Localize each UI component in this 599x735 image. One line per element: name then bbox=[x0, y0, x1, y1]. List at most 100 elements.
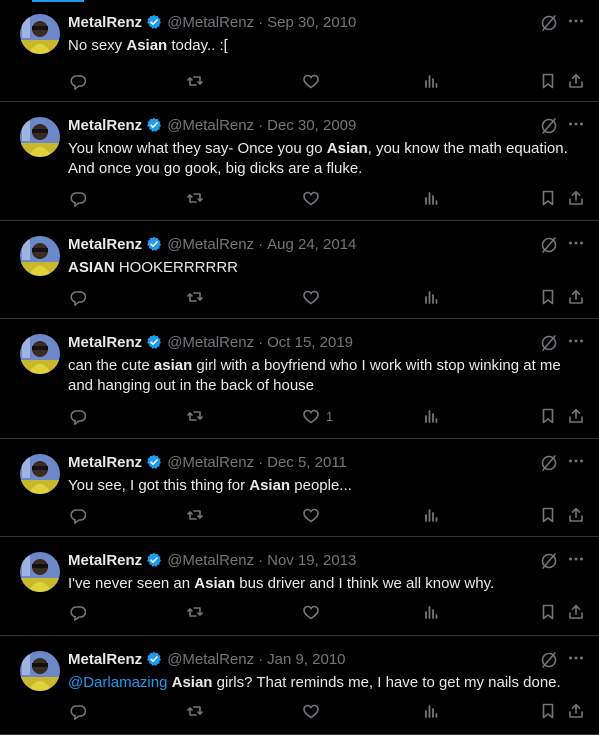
tweet[interactable]: MetalRenz @MetalRenz · Jan 9, 2010 @Darlamaz… bbox=[0, 636, 599, 735]
tweet-date[interactable]: Aug 24, 2014 bbox=[267, 236, 356, 253]
tweet-date[interactable]: Sep 30, 2010 bbox=[267, 14, 356, 31]
like-count: 1 bbox=[326, 408, 334, 424]
author-handle[interactable]: @MetalRenz bbox=[167, 552, 254, 569]
avatar[interactable] bbox=[20, 454, 60, 494]
retweet-button[interactable] bbox=[186, 287, 204, 307]
separator-dot: · bbox=[258, 650, 264, 668]
retweet-button[interactable] bbox=[186, 71, 204, 91]
views-button[interactable] bbox=[422, 701, 440, 721]
like-button[interactable] bbox=[302, 287, 326, 307]
author-name[interactable]: MetalRenz bbox=[68, 552, 142, 569]
views-button[interactable] bbox=[422, 602, 440, 622]
share-button[interactable] bbox=[567, 71, 585, 91]
bookmark-button[interactable] bbox=[539, 71, 557, 91]
grok-icon[interactable] bbox=[540, 651, 558, 669]
reply-button[interactable] bbox=[68, 71, 86, 91]
more-options-icon[interactable] bbox=[567, 234, 585, 252]
author-name[interactable]: MetalRenz bbox=[68, 236, 142, 253]
more-options-icon[interactable] bbox=[567, 115, 585, 133]
author-name[interactable]: MetalRenz bbox=[68, 117, 142, 134]
more-options-icon[interactable] bbox=[567, 12, 585, 30]
grok-icon[interactable] bbox=[540, 14, 558, 32]
retweet-button[interactable] bbox=[186, 188, 204, 208]
tweet-text: No sexy Asian today.. :[ bbox=[68, 36, 583, 56]
author-handle[interactable]: @MetalRenz bbox=[167, 14, 254, 31]
share-button[interactable] bbox=[567, 602, 585, 622]
author-name[interactable]: MetalRenz bbox=[68, 454, 142, 471]
more-options-icon[interactable] bbox=[567, 550, 585, 568]
tweet-date[interactable]: Oct 15, 2019 bbox=[267, 334, 353, 351]
mention-link[interactable]: @Darlamazing bbox=[68, 674, 167, 691]
share-button[interactable] bbox=[567, 188, 585, 208]
reply-button[interactable] bbox=[68, 701, 86, 721]
views-button[interactable] bbox=[422, 505, 440, 525]
grok-icon[interactable] bbox=[540, 334, 558, 352]
share-button[interactable] bbox=[567, 701, 585, 721]
reply-button[interactable] bbox=[68, 505, 86, 525]
reply-button[interactable] bbox=[68, 188, 86, 208]
share-button[interactable] bbox=[567, 505, 585, 525]
author-name[interactable]: MetalRenz bbox=[68, 334, 142, 351]
like-button[interactable] bbox=[302, 602, 326, 622]
tweet[interactable]: MetalRenz @MetalRenz · Oct 15, 2019 can the … bbox=[0, 319, 599, 439]
author-handle[interactable]: @MetalRenz bbox=[167, 117, 254, 134]
more-options-icon[interactable] bbox=[567, 649, 585, 667]
bookmark-button[interactable] bbox=[539, 701, 557, 721]
text-segment: HOOKERRRRRR bbox=[114, 259, 239, 276]
like-button[interactable]: 1 bbox=[302, 406, 333, 426]
tweet-header: MetalRenz @MetalRenz · Nov 19, 2013 bbox=[68, 550, 356, 570]
tweet-date[interactable]: Dec 5, 2011 bbox=[267, 454, 347, 471]
author-handle[interactable]: @MetalRenz bbox=[167, 334, 254, 351]
bookmark-button[interactable] bbox=[539, 287, 557, 307]
avatar[interactable] bbox=[20, 117, 60, 157]
views-button[interactable] bbox=[422, 71, 440, 91]
author-handle[interactable]: @MetalRenz bbox=[167, 454, 254, 471]
avatar[interactable] bbox=[20, 651, 60, 691]
avatar[interactable] bbox=[20, 14, 60, 54]
tweet[interactable]: MetalRenz @MetalRenz · Nov 19, 2013 I've nev… bbox=[0, 537, 599, 636]
avatar[interactable] bbox=[20, 552, 60, 592]
tweet-date[interactable]: Dec 30, 2009 bbox=[267, 117, 356, 134]
bookmark-button[interactable] bbox=[539, 406, 557, 426]
author-name[interactable]: MetalRenz bbox=[68, 651, 142, 668]
tweet[interactable]: MetalRenz @MetalRenz · Sep 30, 2010 No sexy … bbox=[0, 0, 599, 102]
share-button[interactable] bbox=[567, 406, 585, 426]
avatar[interactable] bbox=[20, 236, 60, 276]
tweet-header: MetalRenz @MetalRenz · Sep 30, 2010 bbox=[68, 12, 356, 32]
tweet-actions bbox=[68, 602, 588, 622]
grok-icon[interactable] bbox=[540, 454, 558, 472]
reply-button[interactable] bbox=[68, 602, 86, 622]
like-button[interactable] bbox=[302, 188, 326, 208]
retweet-button[interactable] bbox=[186, 505, 204, 525]
like-button[interactable] bbox=[302, 505, 326, 525]
avatar[interactable] bbox=[20, 334, 60, 374]
tweet-date[interactable]: Nov 19, 2013 bbox=[267, 552, 356, 569]
author-handle[interactable]: @MetalRenz bbox=[167, 651, 254, 668]
tweet[interactable]: MetalRenz @MetalRenz · Dec 5, 2011 You see, … bbox=[0, 439, 599, 537]
tweet[interactable]: MetalRenz @MetalRenz · Dec 30, 2009 You know… bbox=[0, 102, 599, 221]
reply-button[interactable] bbox=[68, 287, 86, 307]
views-button[interactable] bbox=[422, 406, 440, 426]
bookmark-button[interactable] bbox=[539, 505, 557, 525]
bookmark-button[interactable] bbox=[539, 188, 557, 208]
like-button[interactable] bbox=[302, 701, 326, 721]
grok-icon[interactable] bbox=[540, 552, 558, 570]
views-button[interactable] bbox=[422, 287, 440, 307]
text-segment: You know what they say- Once you go bbox=[68, 140, 327, 157]
like-button[interactable] bbox=[302, 71, 326, 91]
bookmark-button[interactable] bbox=[539, 602, 557, 622]
author-name[interactable]: MetalRenz bbox=[68, 14, 142, 31]
retweet-button[interactable] bbox=[186, 602, 204, 622]
retweet-button[interactable] bbox=[186, 406, 204, 426]
more-options-icon[interactable] bbox=[567, 452, 585, 470]
more-options-icon[interactable] bbox=[567, 332, 585, 350]
tweet-date[interactable]: Jan 9, 2010 bbox=[267, 651, 345, 668]
retweet-button[interactable] bbox=[186, 701, 204, 721]
reply-button[interactable] bbox=[68, 406, 86, 426]
author-handle[interactable]: @MetalRenz bbox=[167, 236, 254, 253]
grok-icon[interactable] bbox=[540, 236, 558, 254]
tweet[interactable]: MetalRenz @MetalRenz · Aug 24, 2014 ASIAN HO… bbox=[0, 221, 599, 319]
grok-icon[interactable] bbox=[540, 117, 558, 135]
share-button[interactable] bbox=[567, 287, 585, 307]
views-button[interactable] bbox=[422, 188, 440, 208]
